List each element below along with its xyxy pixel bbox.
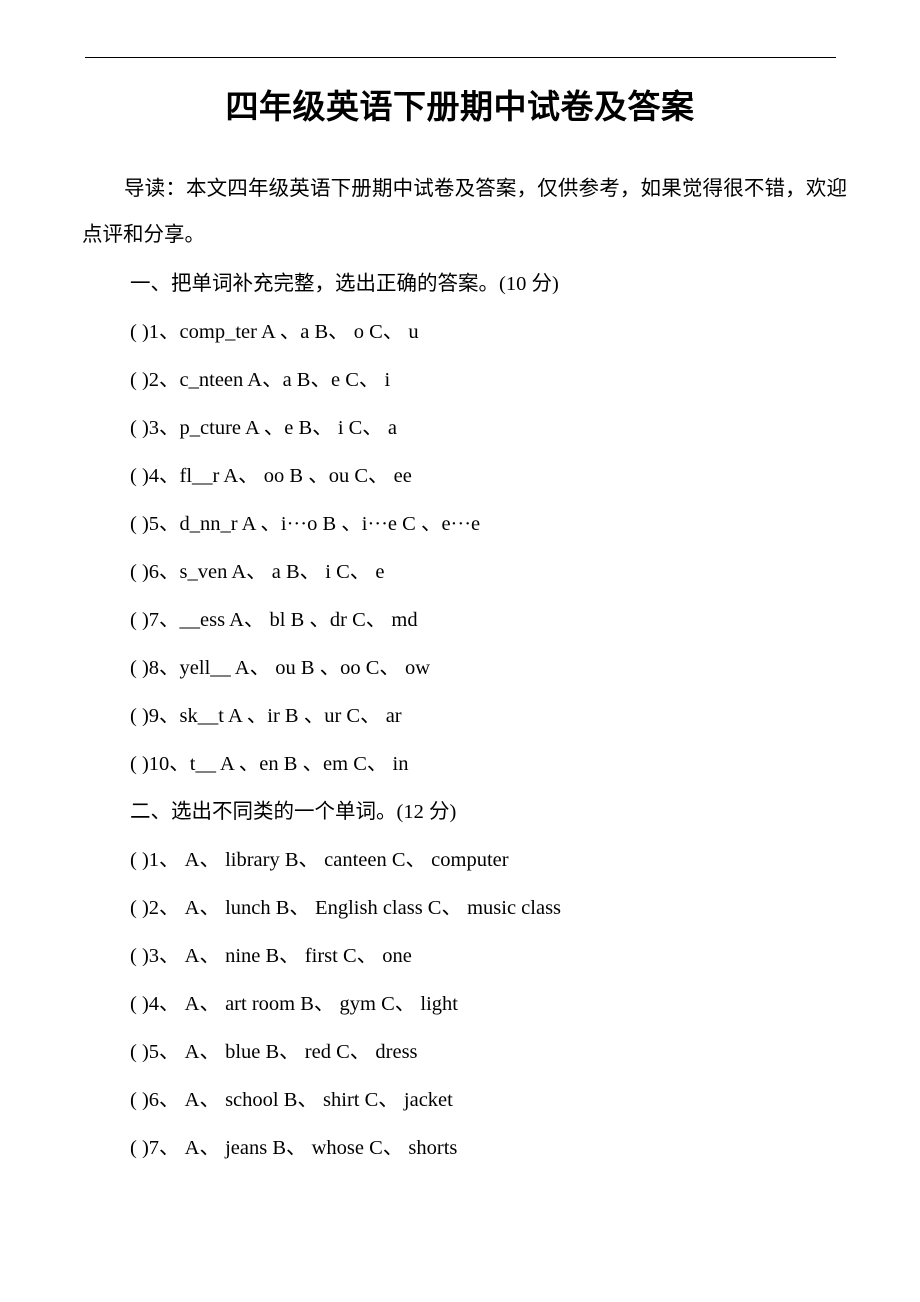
question-item: ( )7、 A、 jeans B、 whose C、 shorts — [130, 1137, 458, 1159]
question-item: ( )7、__ess A、 bl B 、dr C、 md — [130, 609, 418, 631]
question-item: ( )8、yell__ A、 ou B 、oo C、 ow — [130, 657, 431, 679]
document-page: 四年级英语下册期中试卷及答案 导读：本文四年级英语下册期中试卷及答案，仅供参考，… — [0, 0, 920, 1302]
header-divider-rule — [85, 57, 836, 58]
intro-paragraph: 导读：本文四年级英语下册期中试卷及答案，仅供参考，如果觉得很不错，欢迎点评和分享… — [82, 178, 847, 246]
question-item: ( )1、comp_ter A 、a B、 o C、 u — [130, 321, 419, 343]
section-two-heading: 二、选出不同类的一个单词。(12 分) — [130, 801, 457, 823]
question-item: ( )10、t__ A 、en B 、em C、 in — [130, 753, 409, 775]
question-item: ( )5、 A、 blue B、 red C、 dress — [130, 1041, 418, 1063]
question-item: ( )4、 A、 art room B、 gym C、 light — [130, 993, 458, 1015]
section-one: 一、把单词补充完整，选出正确的答案。(10 分) ( )1、comp_ter A… — [82, 260, 847, 788]
page-title: 四年级英语下册期中试卷及答案 — [225, 90, 695, 127]
section-two-question-list: ( )1、 A、 library B、 canteen C、 computer … — [82, 836, 847, 1172]
question-item: ( )1、 A、 library B、 canteen C、 computer — [130, 849, 509, 871]
question-item: ( )5、d_nn_r A 、i···o B 、i···e C 、e···e — [130, 513, 481, 535]
question-item: ( )3、p_cture A 、e B、 i C、 a — [130, 417, 398, 439]
section-one-question-list: ( )1、comp_ter A 、a B、 o C、 u ( )2、c_ntee… — [82, 308, 847, 788]
section-two: 二、选出不同类的一个单词。(12 分) ( )1、 A、 library B、 … — [82, 788, 847, 1172]
question-item: ( )4、fl__r A、 oo B 、ou C、 ee — [130, 465, 412, 487]
question-item: ( )6、s_ven A、 a B、 i C、 e — [130, 561, 385, 583]
question-item: ( )3、 A、 nine B、 first C、 one — [130, 945, 412, 967]
question-item: ( )2、c_nteen A、a B、e C、 i — [130, 369, 391, 391]
question-item: ( )6、 A、 school B、 shirt C、 jacket — [130, 1089, 453, 1111]
question-item: ( )2、 A、 lunch B、 English class C、 music… — [130, 897, 562, 919]
document-body: 导读：本文四年级英语下册期中试卷及答案，仅供参考，如果觉得很不错，欢迎点评和分享… — [82, 166, 847, 1172]
section-one-heading: 一、把单词补充完整，选出正确的答案。(10 分) — [130, 273, 559, 295]
question-item: ( )9、sk__t A 、ir B 、ur C、 ar — [130, 705, 402, 727]
